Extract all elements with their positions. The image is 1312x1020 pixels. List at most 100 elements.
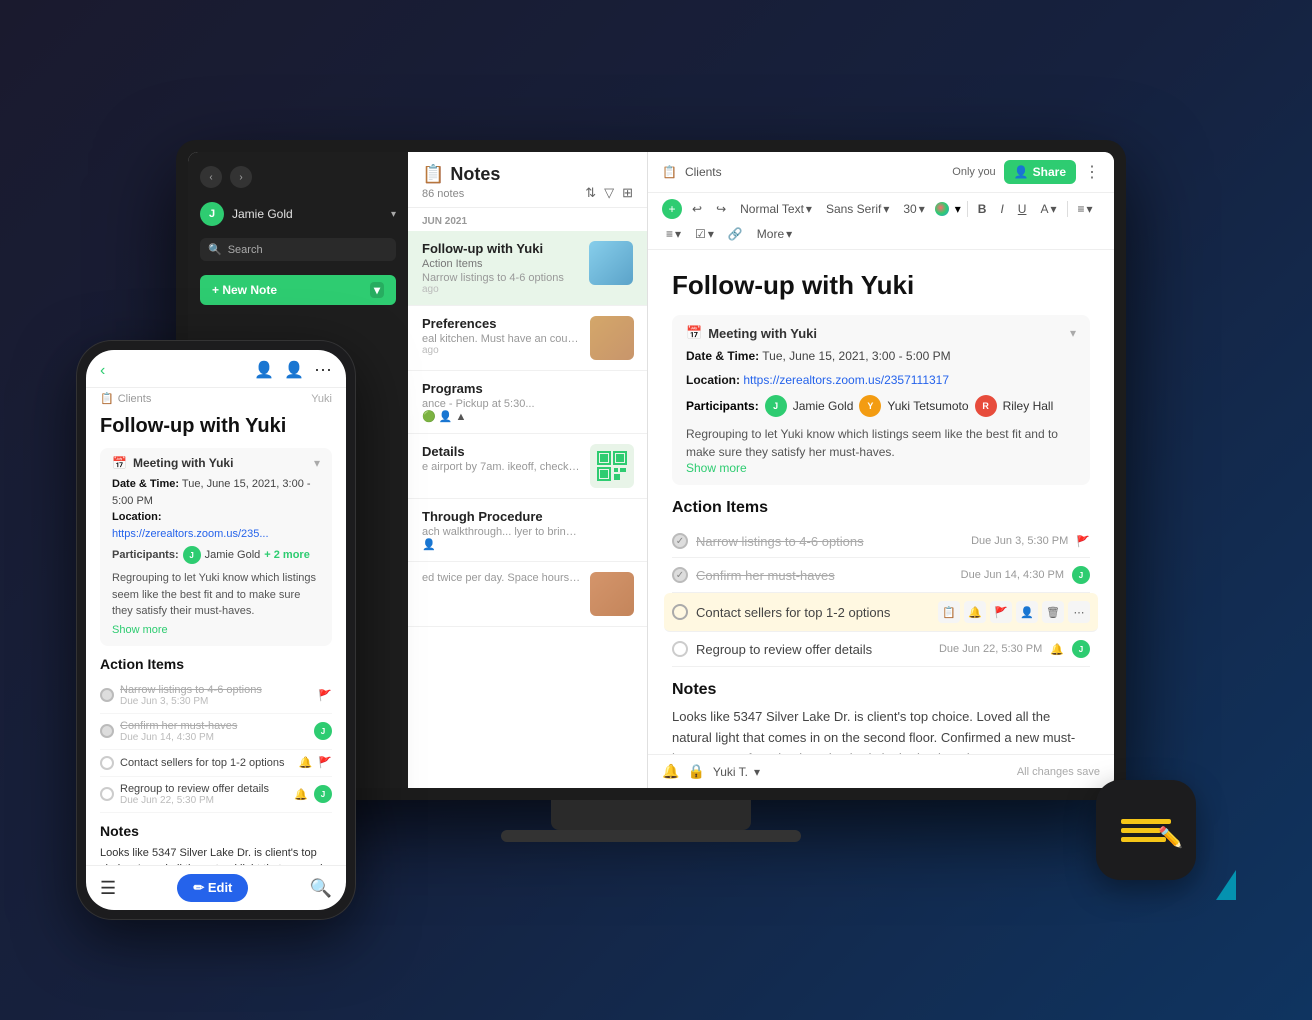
italic-button[interactable]: I [996,200,1007,218]
note-thumbnail [589,241,633,285]
more-toolbar-button[interactable]: More ▾ [753,225,796,243]
action-checkbox-done[interactable]: ✓ [672,533,688,549]
redo-button[interactable]: ↪ [712,200,730,218]
text-style-selector[interactable]: Normal Text ▾ [736,200,816,218]
phone-more-participants[interactable]: + 2 more [264,549,310,561]
list-item[interactable]: Through Procedure ach walkthrough... lye… [408,499,647,562]
view-icon[interactable]: ⊞ [622,185,633,201]
phone-notes-heading: Notes [100,823,332,839]
floating-notes-widget[interactable]: ✏️ [1096,780,1196,880]
phone-show-more-button[interactable]: Show more [112,624,168,636]
note-item-preview: ance - Pickup at 5:30... [422,398,582,410]
share-button[interactable]: 👤 Share [1004,160,1076,184]
user-item[interactable]: J Jamie Gold ▾ [188,196,408,232]
footer-lock-icon[interactable]: 🔒 [687,763,704,780]
only-you-text: Only you [952,166,995,178]
ordered-list-button[interactable]: ≡ ▾ [662,225,685,243]
action-flag-icon[interactable]: 🚩 [990,601,1012,623]
font-size-selector[interactable]: 30 ▾ [899,200,928,218]
list-item[interactable]: Follow-up with Yuki Action Items Narrow … [408,231,647,306]
forward-button[interactable]: › [230,166,252,188]
phone-more-icon[interactable]: ⋯ [314,360,332,381]
phone-action-bell-icon: 🔔 [299,756,313,769]
action-checkbox[interactable] [672,641,688,657]
participant-name-r: Riley Hall [1003,399,1054,413]
bold-button[interactable]: B [974,200,991,218]
note-line-1 [1121,819,1171,824]
list-item[interactable]: ed twice per day. Space hours apart. Ple… [408,562,647,627]
note-item-preview: ach walkthrough... lyer to bring contrac… [422,526,582,538]
note-item-content: Details e airport by 7am. ikeoff, check … [422,444,582,488]
sort-icon[interactable]: ⇅ [585,185,596,201]
highlight-button[interactable]: A ▾ [1036,200,1060,218]
note-item-title: Follow-up with Yuki [422,241,581,256]
phone-notes-text: Looks like 5347 Silver Lake Dr. is clien… [100,845,332,866]
phone-checkbox-done[interactable] [100,724,114,738]
action-user-icon[interactable]: 👤 [1016,601,1038,623]
phone-checkbox[interactable] [100,756,114,770]
list-item[interactable]: Details e airport by 7am. ikeoff, check … [408,434,647,499]
action-copy-icon[interactable]: 📋 [938,601,960,623]
search-label: Search [228,244,263,256]
filter-icon[interactable]: ▽ [604,185,614,201]
footer-saved-status: All changes save [1017,766,1100,778]
unordered-list-button[interactable]: ≡ ▾ [1074,200,1097,218]
phone-checkbox-done[interactable] [100,688,114,702]
more-options-icon[interactable]: ⋮ [1084,162,1100,182]
note-item-time: ago [422,345,582,356]
notes-text: Looks like 5347 Silver Lake Dr. is clien… [672,707,1090,754]
notes-list-panel: 📋 Notes 86 notes ⇅ ▽ ⊞ [408,152,648,788]
phone-back-button[interactable]: ‹ [100,362,105,380]
action-delete-icon[interactable]: 🗑 [1042,601,1064,623]
add-button[interactable]: + [662,199,682,219]
phone-share-icon[interactable]: 👤 [284,360,304,381]
share-icon: 👤 [1014,165,1029,179]
phone-search-icon[interactable]: 🔍 [310,878,332,899]
list-item[interactable]: Preferences eal kitchen. Must have an co… [408,306,647,371]
note-item-time: ago [422,284,581,295]
phone-edit-button[interactable]: ✏ Edit [177,874,248,902]
note-view-header: 📋 Clients Only you 👤 Share ⋮ [648,152,1114,193]
checklist-button[interactable]: ☑ ▾ [691,225,718,243]
meeting-link[interactable]: https://zerealtors.zoom.us/2357111317 [743,373,949,387]
note-item-preview: eal kitchen. Must have an countertop tha… [422,333,582,345]
show-more-button[interactable]: Show more [686,461,747,475]
phone-meeting-link[interactable]: https://zerealtors.zoom.us/235... [112,528,269,540]
color-picker[interactable] [935,202,949,216]
action-checkbox[interactable] [672,604,688,620]
phone-breadcrumb-section: Clients [118,393,152,405]
notes-count: 86 notes [422,188,464,200]
phone-meeting-collapse-icon[interactable]: ▾ [314,456,320,470]
action-bell-icon[interactable]: 🔔 [964,601,986,623]
phone-menu-icon[interactable]: ☰ [100,878,116,899]
phone-action-items-heading: Action Items [100,656,332,672]
note-item-content: Through Procedure ach walkthrough... lye… [422,509,633,551]
meeting-title-row: 📅 Meeting with Yuki [686,325,817,341]
phone-user-icon[interactable]: 👤 [254,360,274,381]
new-note-button[interactable]: + New Note ▾ [200,275,396,305]
meeting-collapse-icon[interactable]: ▾ [1070,326,1076,340]
back-button[interactable]: ‹ [200,166,222,188]
action-more-icon[interactable]: ⋯ [1068,601,1090,623]
list-item[interactable]: Programs ance - Pickup at 5:30... 🟢 👤 ▲ [408,371,647,434]
search-box[interactable]: 🔍 Search [200,238,396,261]
font-selector[interactable]: Sans Serif ▾ [822,200,893,218]
action-item: Contact sellers for top 1-2 options 📋 🔔 … [664,593,1098,632]
action-checkbox-done[interactable]: ✓ [672,567,688,583]
action-due: Due Jun 3, 5:30 PM [971,535,1068,547]
note-item-preview: Narrow listings to 4-6 options [422,272,581,284]
footer-username: Yuki T. [713,765,748,779]
user-avatar: J [200,202,224,226]
link-button[interactable]: 🔗 [724,225,747,243]
action-item: ✓ Confirm her must-haves Due Jun 14, 4:3… [672,558,1090,593]
footer-user[interactable]: Yuki T. ▾ [713,765,760,779]
action-text: Confirm her must-haves [696,568,953,583]
phone-checkbox[interactable] [100,787,114,801]
underline-button[interactable]: U [1014,200,1031,218]
undo-button[interactable]: ↩ [688,200,706,218]
note-item-content: Programs ance - Pickup at 5:30... 🟢 👤 ▲ [422,381,633,423]
note-item-title: Preferences [422,316,582,331]
note-item-title: Through Procedure [422,509,633,524]
footer-bell-icon[interactable]: 🔔 [662,763,679,780]
share-label: Share [1033,165,1066,179]
